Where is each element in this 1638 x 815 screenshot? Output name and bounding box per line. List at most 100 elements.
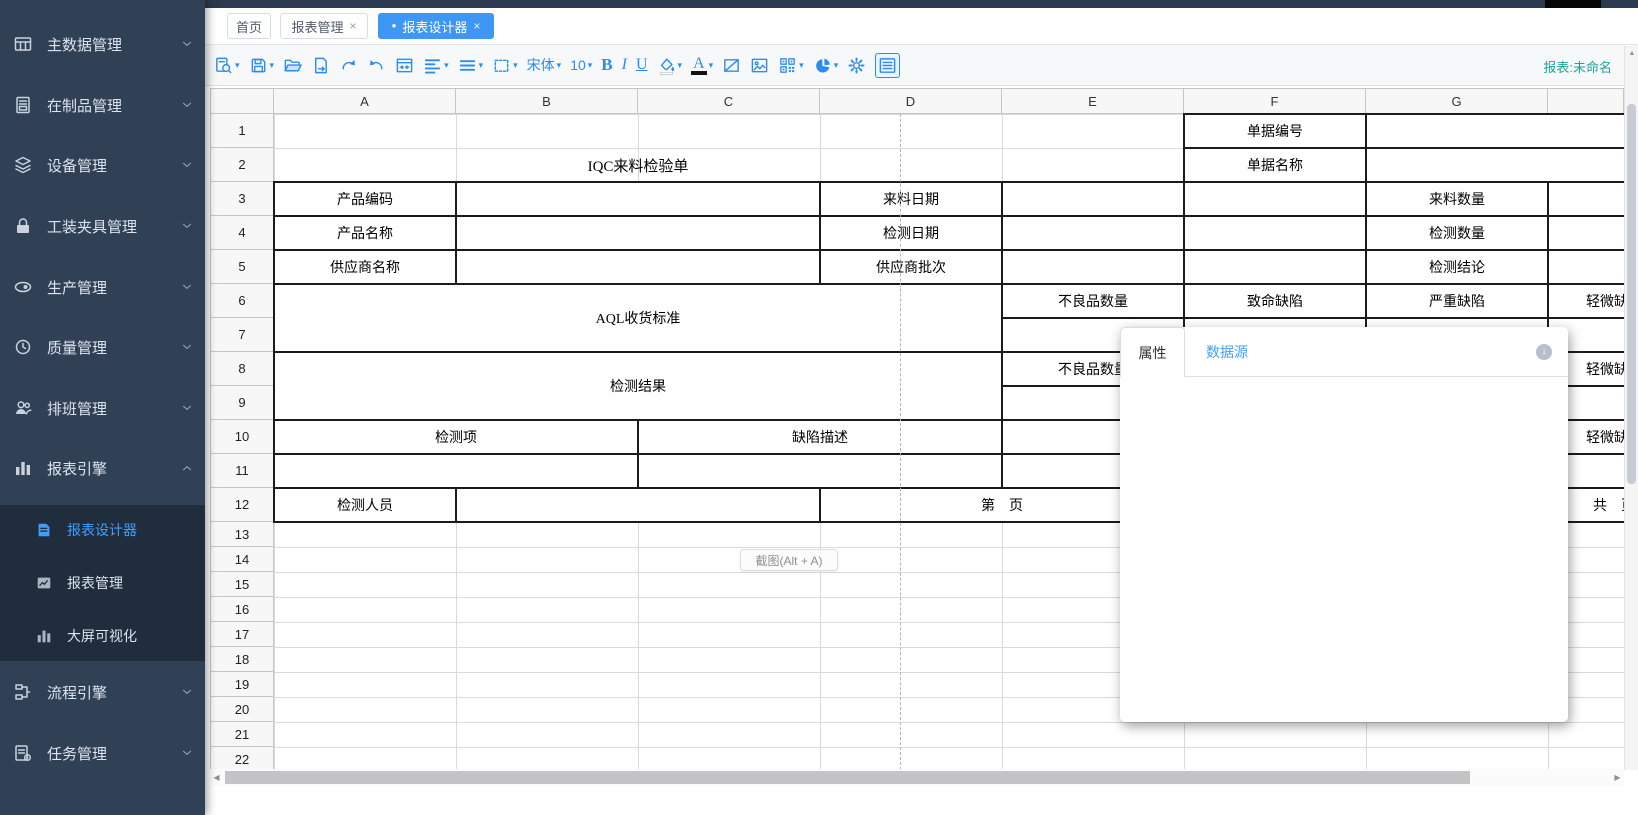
column-header-partial[interactable]: [1548, 88, 1624, 114]
tab-报表设计器[interactable]: ●报表设计器×: [378, 13, 494, 39]
tab-首页[interactable]: 首页: [227, 13, 271, 39]
italic-button[interactable]: I: [622, 56, 627, 74]
panel-tab-属性[interactable]: 属性: [1120, 327, 1185, 377]
sidebar-item-设备管理[interactable]: 设备管理: [0, 150, 205, 180]
sheet-cell-r4c7[interactable]: [1547, 215, 1624, 251]
sheet-cell-r3c4[interactable]: [1001, 181, 1185, 217]
row-header-14[interactable]: 14: [210, 547, 274, 572]
sidebar-item-质量管理[interactable]: 质量管理: [0, 332, 205, 362]
sidebar-item-在制品管理[interactable]: 在制品管理: [0, 90, 205, 120]
bold-button[interactable]: B: [601, 55, 612, 75]
row-header-10[interactable]: 10: [210, 420, 274, 454]
sidebar-item-生产管理[interactable]: 生产管理: [0, 272, 205, 302]
sheet-cell-r4c5[interactable]: [1183, 215, 1367, 251]
font-size-select[interactable]: 10▾: [570, 57, 592, 73]
open-icon[interactable]: [283, 56, 302, 75]
sheet-cell-r2c6[interactable]: [1365, 147, 1624, 183]
sheet-cell-r2c0[interactable]: IQC来料检验单: [273, 147, 1003, 183]
row-header-5[interactable]: 5: [210, 250, 274, 284]
save-icon[interactable]: ▾: [249, 56, 275, 75]
horizontal-scroll-thumb[interactable]: [225, 771, 1470, 784]
borders-icon[interactable]: ▾: [492, 56, 518, 75]
column-header-E[interactable]: E: [1002, 88, 1184, 114]
sheet-cell-r4c3[interactable]: 检测日期: [819, 215, 1003, 251]
sheet-cell-r2c5[interactable]: 单据名称: [1183, 147, 1367, 183]
undo-icon[interactable]: [367, 56, 386, 75]
sheet-cell-r12c0[interactable]: 检测人员: [273, 487, 457, 523]
sheet-cell-r4c4[interactable]: [1001, 215, 1185, 251]
settings-icon[interactable]: [847, 56, 866, 75]
sheet-cell-r12c1[interactable]: [455, 487, 821, 523]
sidebar-item-报表引擎[interactable]: 报表引擎: [0, 453, 205, 483]
row-header-21[interactable]: 21: [210, 722, 274, 747]
column-header-B[interactable]: B: [456, 88, 638, 114]
sheet-cell-r5c1[interactable]: [455, 249, 821, 285]
row-header-13[interactable]: 13: [210, 522, 274, 547]
image-icon[interactable]: [750, 56, 769, 75]
row-header-1[interactable]: 1: [210, 114, 274, 148]
clear-diagonal-icon[interactable]: [722, 56, 741, 75]
column-header-C[interactable]: C: [638, 88, 820, 114]
sheet-cell-r8c0[interactable]: 检测结果: [273, 351, 1003, 421]
tab-报表管理[interactable]: 报表管理×: [280, 13, 368, 39]
sheet-cell-r6c4[interactable]: 不良品数量: [1001, 283, 1185, 319]
sheet-cell-r1c5[interactable]: 单据编号: [1183, 113, 1367, 149]
sheet-cell-r6c5[interactable]: 致命缺陷: [1183, 283, 1367, 319]
sheet-cell-r5c6[interactable]: 检测结论: [1365, 249, 1549, 285]
sidebar-subitem-报表管理[interactable]: 报表管理: [0, 568, 205, 598]
row-header-12[interactable]: 12: [210, 488, 274, 522]
sheet-cell-r6c7[interactable]: 轻微缺陷: [1547, 283, 1624, 319]
underline-button[interactable]: U: [636, 56, 648, 74]
sidebar-subitem-大屏可视化[interactable]: 大屏可视化: [0, 621, 205, 651]
row-header-18[interactable]: 18: [210, 647, 274, 672]
sidebar-item-排班管理[interactable]: 排班管理: [0, 393, 205, 423]
row-header-9[interactable]: 9: [210, 386, 274, 420]
chart-icon[interactable]: ▾: [813, 56, 839, 75]
sheet-cell-r3c5[interactable]: [1183, 181, 1367, 217]
font-color-button[interactable]: A▾: [691, 56, 713, 75]
datasource-icon[interactable]: [875, 53, 900, 78]
row-header-11[interactable]: 11: [210, 454, 274, 488]
spreadsheet-grid[interactable]: ABCDEFG123456789101112131415161718192021…: [210, 88, 1624, 770]
sheet-cell-r5c5[interactable]: [1183, 249, 1367, 285]
sheet-cell-r5c7[interactable]: [1547, 249, 1624, 285]
column-header-F[interactable]: F: [1184, 88, 1366, 114]
column-header-A[interactable]: A: [274, 88, 456, 114]
redo-icon[interactable]: [339, 56, 358, 75]
row-header-17[interactable]: 17: [210, 622, 274, 647]
sheet-cell-r1c6[interactable]: [1365, 113, 1624, 149]
sheet-cell-r4c0[interactable]: 产品名称: [273, 215, 457, 251]
sheet-cell-r3c6[interactable]: 来料数量: [1365, 181, 1549, 217]
font-family-select[interactable]: 宋体▾: [527, 55, 562, 75]
row-header-20[interactable]: 20: [210, 697, 274, 722]
export-icon[interactable]: [311, 56, 330, 75]
close-icon[interactable]: ×: [350, 19, 357, 33]
sheet-cell-r10c2[interactable]: 缺陷描述: [637, 419, 1003, 455]
preview-icon[interactable]: ▾: [214, 56, 240, 75]
scroll-left-icon[interactable]: ◀: [210, 769, 223, 786]
vertical-scroll-thumb[interactable]: [1627, 104, 1636, 484]
sheet-cell-r5c0[interactable]: 供应商名称: [273, 249, 457, 285]
sheet-cell-r5c4[interactable]: [1001, 249, 1185, 285]
row-header-22[interactable]: 22: [210, 747, 274, 770]
row-header-16[interactable]: 16: [210, 597, 274, 622]
sheet-cell-r10c0[interactable]: 检测项: [273, 419, 639, 455]
sidebar-item-工装夹具管理[interactable]: 工装夹具管理: [0, 211, 205, 241]
merge-cells-icon[interactable]: [395, 56, 414, 75]
sheet-cell-r5c3[interactable]: 供应商批次: [819, 249, 1003, 285]
row-header-2[interactable]: 2: [210, 148, 274, 182]
scroll-up-icon[interactable]: ▲: [1625, 46, 1638, 60]
sidebar-item-流程引擎[interactable]: 流程引擎: [0, 677, 205, 707]
sidebar-subitem-报表设计器[interactable]: 报表设计器: [0, 515, 205, 545]
row-header-19[interactable]: 19: [210, 672, 274, 697]
row-header-4[interactable]: 4: [210, 216, 274, 250]
sheet-cell-r4c6[interactable]: 检测数量: [1365, 215, 1549, 251]
row-header-7[interactable]: 7: [210, 318, 274, 352]
sheet-cell-r3c1[interactable]: [455, 181, 821, 217]
row-header-15[interactable]: 15: [210, 572, 274, 597]
align-icon[interactable]: ▾: [423, 56, 449, 75]
sheet-cell-r3c0[interactable]: 产品编码: [273, 181, 457, 217]
sheet-cell-r3c3[interactable]: 来料日期: [819, 181, 1003, 217]
panel-tab-数据源[interactable]: 数据源: [1198, 327, 1256, 377]
row-header-3[interactable]: 3: [210, 182, 274, 216]
